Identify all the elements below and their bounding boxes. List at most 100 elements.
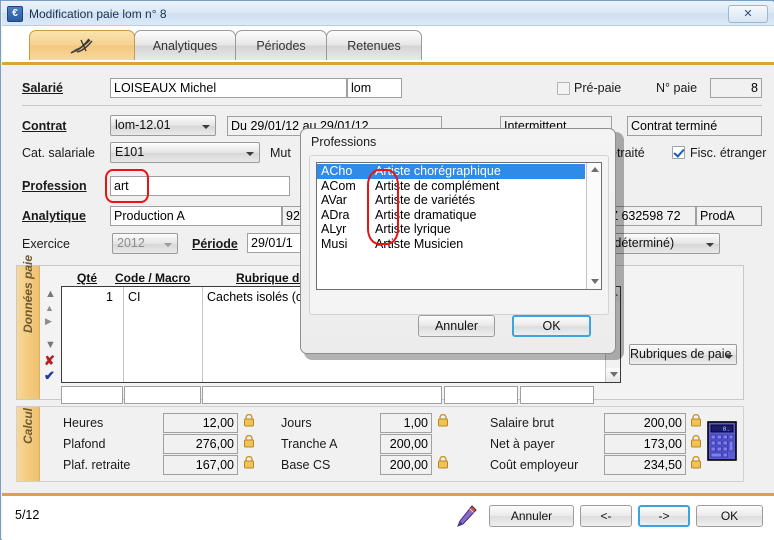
window-titlebar: € Modification paie lom n° 8 ✕: [2, 2, 774, 26]
arrow-up-small-icon[interactable]: ▲: [45, 303, 54, 314]
footer-next-button[interactable]: ->: [638, 505, 690, 527]
calcul-strip-label: Calcul: [21, 408, 35, 445]
delete-icon[interactable]: ✘: [44, 354, 55, 367]
tab-paie[interactable]: [29, 30, 135, 60]
tab-retenues-label: Retenues: [347, 38, 401, 53]
chevron-down-icon: [725, 355, 733, 359]
profession-input[interactable]: art: [110, 176, 290, 196]
analytique-label: Analytique: [22, 209, 86, 223]
prepaie-checkbox[interactable]: [557, 82, 570, 95]
dialog-ok-button[interactable]: OK: [512, 315, 591, 337]
analytique-input[interactable]: Production A: [110, 206, 282, 226]
list-item[interactable]: ADra Artiste dramatique: [317, 208, 585, 223]
grid-header-code-macro: Code / Macro: [115, 271, 191, 285]
list-item-name: Artiste lyrique: [375, 222, 451, 236]
tab-periodes[interactable]: Périodes: [235, 30, 327, 60]
feather-icon: [69, 37, 95, 55]
edit-extra1-input[interactable]: [444, 386, 518, 404]
fisc-etranger-label: Fisc. étranger: [690, 146, 767, 160]
periode-input[interactable]: 29/01/1: [247, 233, 303, 253]
list-item-code: ALyr: [321, 222, 347, 236]
tranche-a-label: Tranche A: [281, 437, 338, 451]
arrow-down-icon[interactable]: ▼: [45, 340, 56, 351]
heures-value: 12,00: [163, 413, 238, 433]
grid-header-rubrique: Rubrique de: [236, 271, 307, 285]
list-item-name: Artiste de complément: [375, 178, 500, 193]
list-item-name: Artiste dramatique: [375, 207, 477, 222]
pencil-icon[interactable]: [454, 504, 478, 530]
arrow-right-small-icon[interactable]: ▶: [45, 316, 52, 327]
professions-listbox[interactable]: ACho Artiste chorégraphique ACom Artiste…: [316, 162, 602, 290]
listbox-scrollbar[interactable]: [586, 163, 601, 289]
list-item-name: Artiste chorégraphique: [375, 164, 501, 178]
footer-ok-button[interactable]: OK: [696, 505, 763, 527]
exercice-select[interactable]: 2012: [112, 233, 178, 254]
net-a-payer-label: Net à payer: [490, 437, 555, 451]
svg-text:0.: 0.: [723, 426, 730, 433]
base-cs-label: Base CS: [281, 458, 331, 472]
list-item[interactable]: ACho Artiste chorégraphique: [317, 164, 585, 179]
footer-prev-button[interactable]: <-: [580, 505, 632, 527]
contrat-termine-field: Contrat terminé: [627, 116, 762, 136]
plafond-value: 276,00: [163, 434, 238, 454]
tranche-a-value: 200,00: [380, 434, 432, 454]
tab-analytiques[interactable]: Analytiques: [134, 30, 236, 60]
cat-salariale-select[interactable]: E101: [110, 142, 260, 163]
lock-icon: [691, 414, 701, 427]
list-item[interactable]: ALyr Artiste lyrique: [317, 222, 585, 237]
analytique-short-field: ProdA: [696, 206, 762, 226]
salaire-brut-value: 200,00: [604, 413, 686, 433]
list-item-code: ACom: [321, 178, 356, 193]
euro-icon: €: [7, 5, 23, 22]
lock-icon: [438, 414, 448, 427]
list-item-code: Musi: [321, 236, 348, 251]
list-item[interactable]: AVar Artiste de variétés: [317, 193, 585, 208]
dialog-title: Professions: [311, 135, 377, 149]
divider-top: [22, 105, 762, 106]
tab-bar: Analytiques Périodes Retenues: [2, 26, 774, 64]
footer-bar: 5/12 Annuler <- -> OK: [2, 496, 774, 540]
lock-icon: [691, 456, 701, 469]
heures-label: Heures: [63, 416, 104, 430]
mutuelle-label: Mut: [270, 146, 291, 160]
net-a-payer-value: 173,00: [604, 434, 686, 454]
salarie-code-input[interactable]: lom: [347, 78, 402, 98]
calcul-strip: Calcul: [17, 407, 40, 481]
window-title: Modification paie lom n° 8: [29, 6, 167, 21]
fisc-etranger-checkbox[interactable]: [672, 146, 685, 159]
edit-qte-input[interactable]: [61, 386, 123, 404]
plafond-label: Plafond: [63, 437, 106, 451]
edit-code-input[interactable]: [124, 386, 201, 404]
validate-icon[interactable]: ✔: [44, 369, 55, 382]
footer-cancel-button[interactable]: Annuler: [489, 505, 574, 527]
list-item-code: AVar: [321, 193, 347, 207]
salarie-name-input[interactable]: LOISEAUX Michel: [110, 78, 347, 98]
exercice-label: Exercice: [22, 237, 70, 251]
arrow-up-icon[interactable]: ▲: [45, 289, 56, 300]
contrat-select[interactable]: lom-12.01: [110, 115, 216, 136]
page-counter: 5/12: [15, 508, 40, 522]
lock-icon: [244, 435, 254, 448]
salarie-label: Salarié: [22, 81, 64, 95]
jours-value: 1,00: [380, 413, 432, 433]
rubriques-de-paie-button[interactable]: Rubriques de paie: [629, 344, 737, 365]
list-item[interactable]: Musi Artiste Musicien: [317, 237, 585, 252]
no-paie-label: N° paie: [656, 81, 698, 95]
edit-rubrique-input[interactable]: [202, 386, 442, 404]
donnees-paie-strip-label: Données paie: [21, 254, 35, 333]
tab-retenues[interactable]: Retenues: [326, 30, 422, 60]
list-item-code: ADra: [321, 207, 350, 222]
no-paie-input[interactable]: 8: [710, 78, 762, 98]
contrat-label: Contrat: [22, 119, 67, 133]
lock-icon: [691, 435, 701, 448]
edit-extra2-input[interactable]: [520, 386, 594, 404]
close-icon[interactable]: ✕: [728, 5, 768, 23]
prepaie-label: Pré-paie: [574, 81, 622, 95]
list-item[interactable]: ACom Artiste de complément: [317, 179, 585, 194]
base-cs-value: 200,00: [380, 455, 432, 475]
lock-icon: [438, 456, 448, 469]
cell-code: CI: [128, 290, 141, 304]
main-window: € Modification paie lom n° 8 ✕ Analytiqu…: [0, 0, 774, 540]
dialog-cancel-button[interactable]: Annuler: [418, 315, 495, 337]
calculator-icon[interactable]: 0.: [707, 421, 739, 463]
